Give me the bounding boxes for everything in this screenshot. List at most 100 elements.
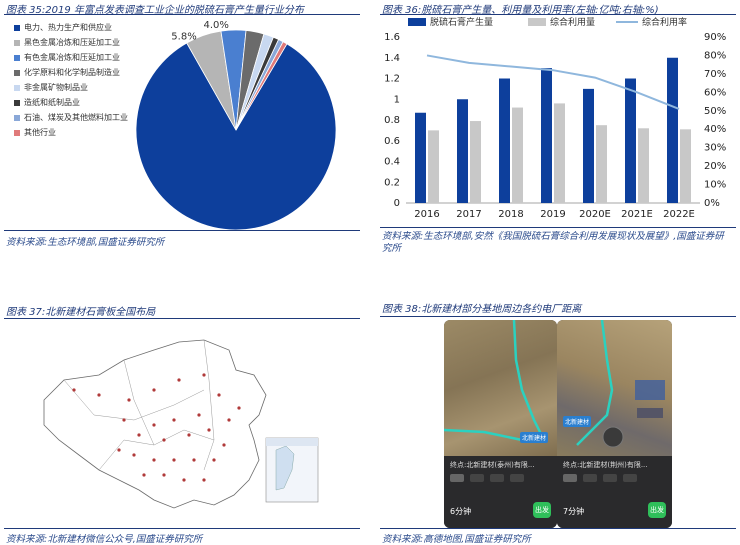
x-tick-label: 2016	[414, 209, 439, 220]
walk-mode-icon[interactable]	[490, 474, 504, 482]
y2-tick-label: 40%	[704, 124, 726, 135]
fig36-source: 资料来源:生态环境部,安然《我国脱硫石膏综合利用发展现状及展望》,国盛证券研究所	[382, 231, 732, 255]
legend-item: 石油、煤炭及其他燃料加工业	[14, 112, 128, 123]
bike-mode-icon[interactable]	[510, 474, 524, 482]
factory-marker-icon	[152, 458, 156, 462]
y-tick-label: 0.4	[384, 157, 400, 168]
y2-tick-label: 30%	[704, 143, 726, 154]
legend-label: 造纸和纸制品业	[24, 98, 80, 107]
bar-utilization	[638, 128, 649, 203]
bar-production	[625, 78, 636, 203]
bus-mode-icon[interactable]	[583, 474, 597, 482]
phone-screenshot-1: 北新建材 终点:北新建材(泰州)有限... 6分钟 出发	[444, 320, 557, 528]
factory-marker-icon	[127, 398, 131, 402]
y-tick-label: 0.6	[384, 136, 400, 147]
fig38-title-rule	[380, 316, 736, 317]
bus-mode-icon[interactable]	[470, 474, 484, 482]
route-endpoint-1: 终点:北新建材(泰州)有限...	[450, 461, 535, 469]
phone-screenshot-2: 北新建材 终点:北新建材(荆州)有限... 7分钟 出发	[557, 320, 672, 528]
y2-tick-label: 50%	[704, 106, 726, 117]
legend-item: 黑色金属冶炼和压延加工业	[14, 37, 120, 48]
factory-marker-icon	[237, 406, 241, 410]
factory-marker-icon	[217, 393, 221, 397]
legend-swatch	[14, 69, 20, 76]
bar-utilization	[554, 103, 565, 203]
factory-marker-icon	[162, 473, 166, 477]
y2-tick-label: 20%	[704, 161, 726, 172]
fig37-source-rule	[4, 528, 360, 529]
factory-marker-icon	[142, 473, 146, 477]
legend-item: 有色金属冶炼和压延加工业	[14, 52, 120, 63]
route-card-1: 终点:北新建材(泰州)有限... 6分钟 出发	[444, 456, 557, 528]
walk-mode-icon[interactable]	[603, 474, 617, 482]
fig38-title: 图表 38:北新建材部分基地周边各约电厂距离	[382, 304, 582, 315]
map-label-2: 北新建材	[563, 416, 592, 427]
bar-production	[541, 68, 552, 203]
car-mode-icon[interactable]	[563, 474, 577, 482]
fig35-source: 资料来源:生态环境部,国盛证券研究所	[6, 237, 165, 248]
factory-marker-icon	[122, 418, 126, 422]
legend-item: 化学原料和化学制品制造业	[14, 67, 120, 78]
factory-marker-icon	[97, 393, 101, 397]
transport-modes-1	[450, 474, 524, 482]
factory-marker-icon	[172, 418, 176, 422]
legend-label: 有色金属冶炼和压延加工业	[24, 53, 120, 62]
factory-marker-icon	[152, 388, 156, 392]
bar-production	[415, 112, 426, 203]
route-time-2: 7分钟	[563, 507, 585, 516]
legend-label: 综合利用量	[550, 16, 595, 28]
factory-marker-icon	[207, 428, 211, 432]
x-tick-label: 2017	[456, 209, 481, 220]
go-button-2[interactable]: 出发	[648, 502, 666, 518]
bar-utilization	[428, 130, 439, 203]
legend-swatch	[14, 39, 20, 46]
fig35-legend: 电力、热力生产和供应业 黑色金属冶炼和压延加工业 有色金属冶炼和压延加工业 化学原料和…	[14, 22, 154, 142]
bar-utilization	[596, 125, 607, 203]
fig38-source-rule	[380, 528, 736, 529]
factory-marker-icon	[182, 478, 186, 482]
bike-mode-icon[interactable]	[623, 474, 637, 482]
x-tick-label: 2022E	[663, 209, 695, 220]
car-mode-icon[interactable]	[450, 474, 464, 482]
legend-item: 造纸和纸制品业	[14, 97, 80, 108]
legend-label: 黑色金属冶炼和压延加工业	[24, 38, 120, 47]
bar-utilization	[470, 121, 481, 203]
fig37-title-rule	[4, 318, 360, 319]
y-tick-label: 1.4	[384, 53, 400, 64]
factory-marker-icon	[152, 423, 156, 427]
route-endpoint-2: 终点:北新建材(荆州)有限...	[563, 461, 648, 469]
satellite-map-1: 北新建材	[444, 320, 557, 458]
pie-data-label: 5.8%	[171, 31, 196, 42]
legend-label: 化学原料和化学制品制造业	[24, 68, 120, 77]
factory-marker-icon	[117, 448, 121, 452]
factory-marker-icon	[222, 443, 226, 447]
y2-tick-label: 60%	[704, 87, 726, 98]
route-time-1: 6分钟	[450, 507, 472, 516]
factory-marker-icon	[162, 438, 166, 442]
y2-tick-label: 80%	[704, 50, 726, 61]
legend-swatch	[528, 18, 546, 26]
y-tick-label: 1	[394, 94, 400, 105]
bar-production	[457, 99, 468, 203]
factory-marker-icon	[132, 453, 136, 457]
fig37-title: 图表 37:北新建材石膏板全国布局	[6, 307, 156, 318]
fig35-source-rule	[4, 230, 360, 231]
factory-marker-icon	[72, 388, 76, 392]
x-tick-label: 2021E	[621, 209, 653, 220]
legend-swatch	[14, 84, 20, 91]
factory-marker-icon	[137, 433, 141, 437]
legend-item: 非金属矿物制品业	[14, 82, 88, 93]
legend-label: 综合利用率	[642, 16, 687, 28]
x-tick-label: 2018	[498, 209, 523, 220]
legend-item: 其他行业	[14, 127, 56, 138]
satellite-map-2: 北新建材	[557, 320, 672, 458]
factory-marker-icon	[172, 458, 176, 462]
y-tick-label: 1.6	[384, 32, 400, 43]
bar-production	[667, 57, 678, 203]
legend-swatch	[14, 54, 20, 61]
go-button-1[interactable]: 出发	[533, 502, 551, 518]
factory-marker-icon	[192, 458, 196, 462]
y2-tick-label: 70%	[704, 69, 726, 80]
y-tick-label: 1.2	[384, 74, 400, 85]
fig36-source-text: 资料来源:生态环境部,安然《我国脱硫石膏综合利用发展现状及展望》,国盛证券研究所	[382, 231, 724, 254]
